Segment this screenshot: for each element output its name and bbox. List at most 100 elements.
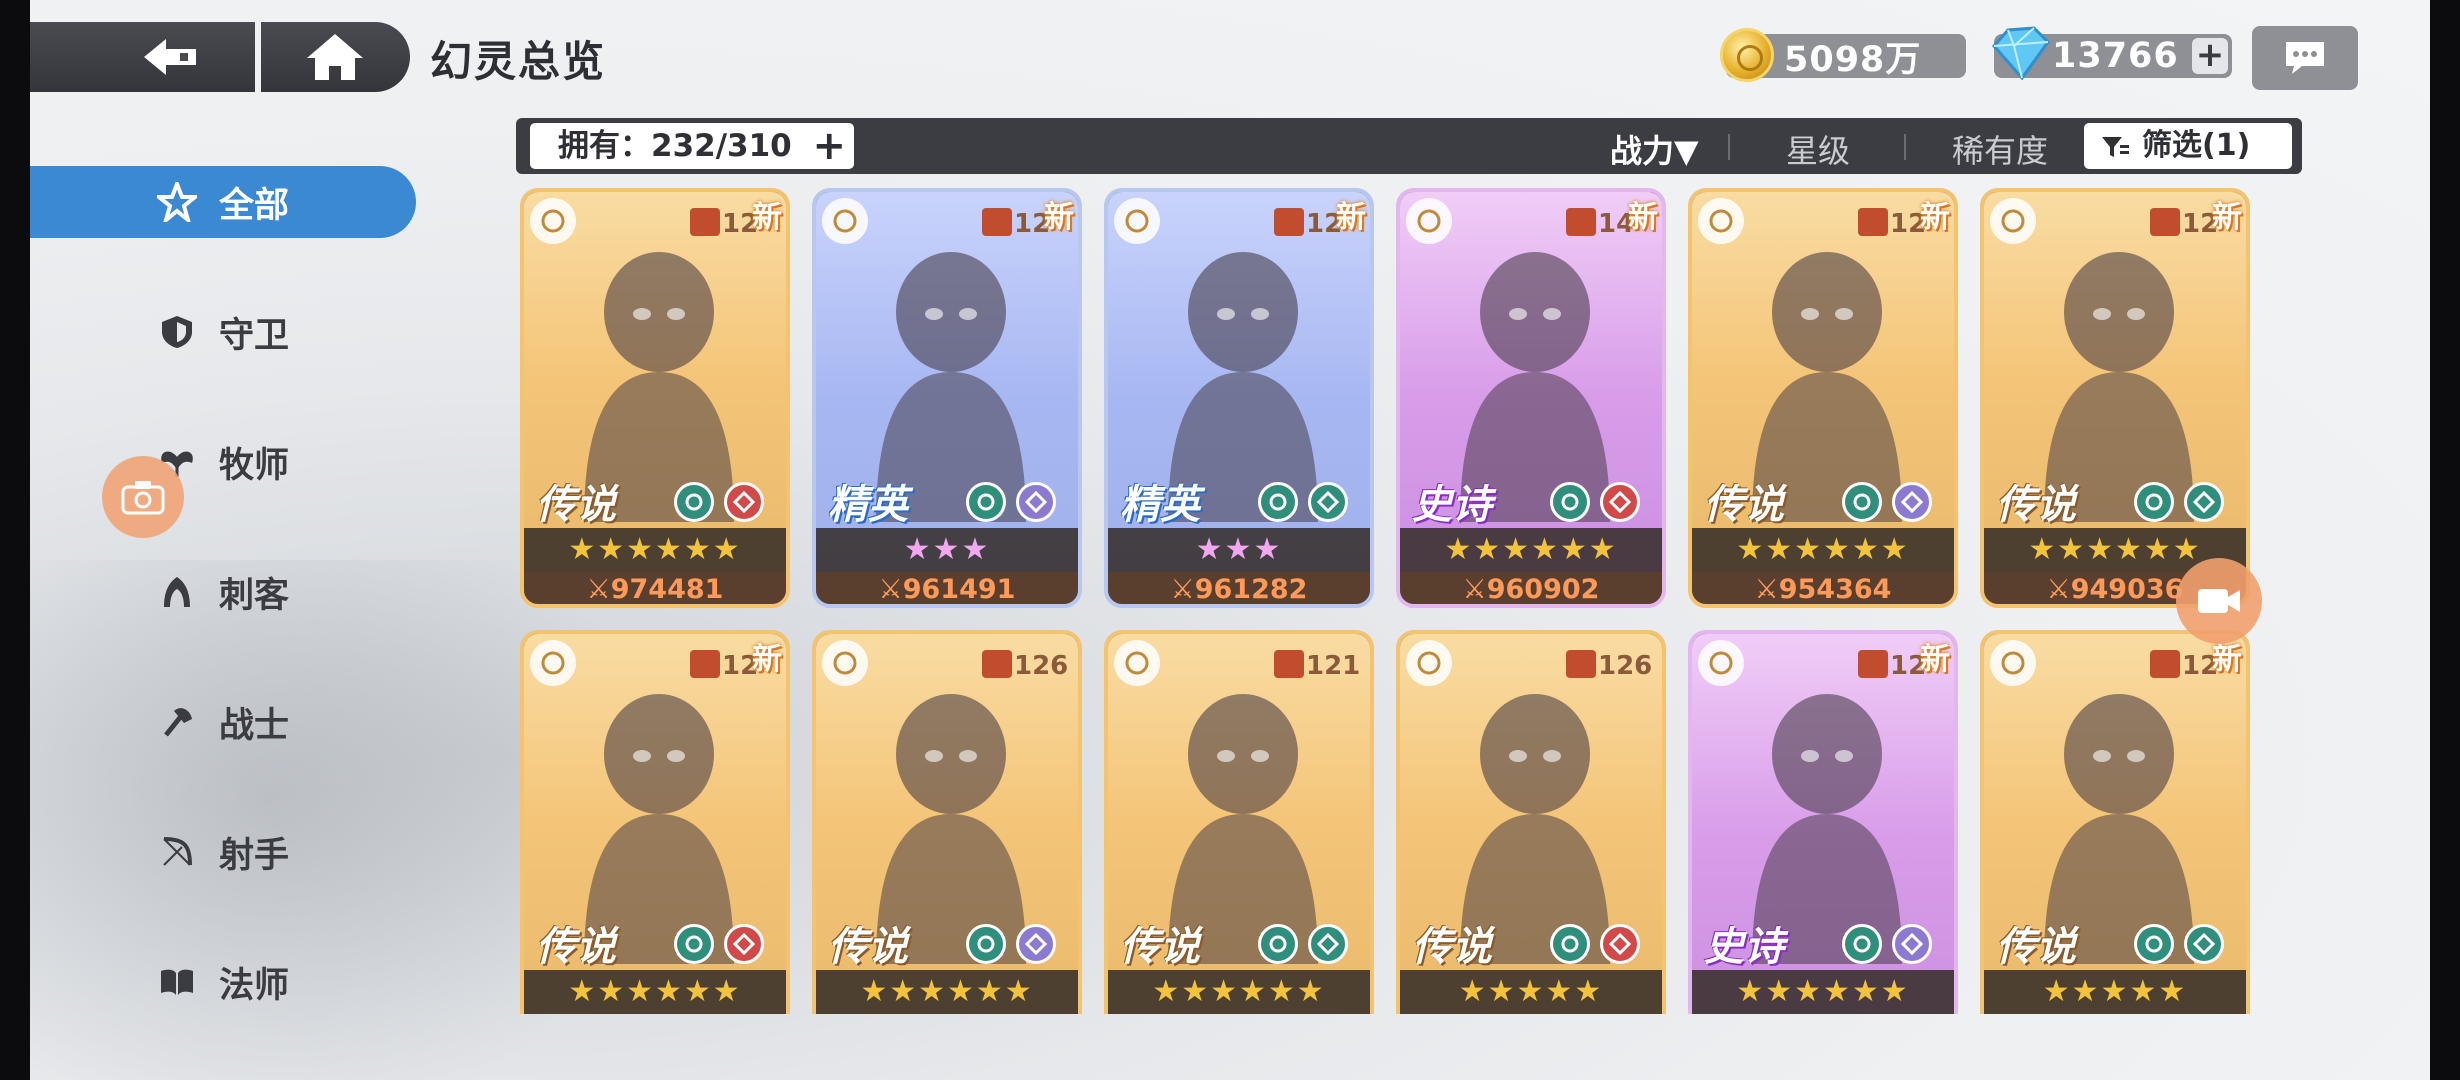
- star-rating: ★★★★★★: [524, 528, 786, 572]
- sort-by-power[interactable]: 战力▼: [1610, 126, 1699, 172]
- hero-card[interactable]: 14 新史诗 ★★★★★★ ⚔960902: [1396, 188, 1666, 608]
- sidebar-item-guard[interactable]: 守卫: [30, 296, 416, 368]
- hero-card[interactable]: 12 新传说 ★★★★★★ ⚔954364: [1688, 188, 1958, 608]
- book-icon: [157, 962, 197, 1002]
- back-button[interactable]: [30, 22, 255, 92]
- sidebar-label: 守卫: [218, 315, 289, 356]
- gold-coin-icon: [1720, 28, 1774, 82]
- tier-icon: [690, 650, 720, 678]
- sidebar-item-priest[interactable]: 牧师: [30, 426, 416, 498]
- class-badge-icon: [530, 640, 576, 686]
- element-icon: [2184, 482, 2224, 522]
- new-badge: 新: [752, 642, 782, 677]
- sidebar-item-warrior[interactable]: 战士: [30, 686, 416, 758]
- record-button[interactable]: [2176, 558, 2262, 644]
- sidebar-label: 刺客: [218, 575, 289, 616]
- element-icon: [1600, 482, 1640, 522]
- element-icon: [1550, 924, 1590, 964]
- rarity-label: 传说: [1996, 482, 2076, 528]
- sidebar-label: 牧师: [218, 445, 289, 486]
- element-icon: [2134, 482, 2174, 522]
- sort-by-star[interactable]: 星级: [1786, 126, 1850, 172]
- star-rating: ★★★★★★: [816, 970, 1078, 1014]
- element-icon: [1892, 924, 1932, 964]
- home-icon: [307, 34, 364, 80]
- page-title: 幻灵总览: [430, 37, 607, 86]
- element-icon: [724, 482, 764, 522]
- tier-icon: [1274, 650, 1304, 678]
- rarity-label: 传说: [536, 482, 616, 528]
- hero-card[interactable]: 12 新传说 ★★★★★★ ⚔974481: [520, 188, 790, 608]
- divider: [1728, 134, 1730, 160]
- hero-card[interactable]: 12 新传说 ★★★★★★: [520, 630, 790, 1014]
- new-badge: 新: [1920, 200, 1950, 235]
- filter-label: 筛选(1): [2142, 128, 2251, 163]
- new-badge: 新: [752, 200, 782, 235]
- star-rating: ★★★: [816, 528, 1078, 572]
- level-badge: 126: [1566, 650, 1652, 681]
- combat-power: ⚔960902: [1400, 572, 1662, 604]
- combat-power: ⚔961491: [816, 572, 1078, 604]
- hero-card[interactable]: 12 新史诗 ★★★★★★: [1688, 630, 1958, 1014]
- sidebar-item-assassin[interactable]: 刺客: [30, 556, 416, 628]
- sidebar-item-all[interactable]: 全部: [30, 166, 416, 238]
- assassin-icon: [157, 572, 197, 612]
- class-badge-icon: [822, 640, 868, 686]
- star-rating: ★★★★★★: [1400, 528, 1662, 572]
- expand-capacity-icon[interactable]: +: [812, 123, 846, 169]
- level-value: 121: [1306, 651, 1361, 681]
- combat-power: ⚔961282: [1108, 572, 1370, 604]
- tier-icon: [1858, 650, 1888, 678]
- screenshot-button[interactable]: [102, 456, 184, 538]
- element-icon: [1600, 924, 1640, 964]
- tier-icon: [1566, 208, 1596, 236]
- level-badge: 12: [690, 208, 758, 239]
- add-gems-button[interactable]: +: [2192, 38, 2228, 74]
- hero-card[interactable]: 126 传说 ★★★★★: [1396, 630, 1666, 1014]
- element-icon: [1258, 482, 1298, 522]
- hero-card[interactable]: 12 新精英 ★★★ ⚔961282: [1104, 188, 1374, 608]
- hero-card[interactable]: 121 传说 ★★★★★★: [1104, 630, 1374, 1014]
- tier-icon: [1566, 650, 1596, 678]
- hero-card[interactable]: 12 新精英 ★★★ ⚔961491: [812, 188, 1082, 608]
- element-icon: [1258, 924, 1298, 964]
- element-icon: [1550, 482, 1590, 522]
- hero-card[interactable]: 126 传说 ★★★★★★: [812, 630, 1082, 1014]
- tier-icon: [982, 208, 1012, 236]
- shield-icon: [157, 312, 197, 352]
- video-camera-icon: [2198, 589, 2240, 613]
- hero-card[interactable]: 12 新传说 ★★★★★: [1980, 630, 2250, 1014]
- star-rating: ★★★★★★: [1692, 528, 1954, 572]
- home-button[interactable]: [260, 22, 410, 92]
- element-icon: [2184, 924, 2224, 964]
- level-badge: 121: [1274, 650, 1360, 681]
- funnel-icon: [2102, 137, 2129, 157]
- new-badge: 新: [1044, 200, 1074, 235]
- gold-counter[interactable]: 5098万: [1720, 28, 1966, 82]
- level-badge: 12: [982, 208, 1050, 239]
- combat-power: ⚔954364: [1692, 572, 1954, 604]
- sort-by-rarity[interactable]: 稀有度: [1952, 126, 2048, 172]
- axe-icon: [157, 702, 197, 742]
- back-arrow-icon: [144, 39, 197, 75]
- owned-count[interactable]: 拥有：232/310 +: [530, 123, 854, 169]
- class-badge-icon: [1698, 640, 1744, 686]
- diamond-icon: [1992, 26, 2050, 80]
- sidebar-label: 法师: [218, 965, 289, 1006]
- rarity-label: 传说: [1704, 482, 1784, 528]
- gold-value: 5098万: [1784, 39, 1922, 80]
- rarity-label: 传说: [828, 924, 908, 970]
- chat-button[interactable]: [2252, 26, 2358, 90]
- element-icon: [1842, 482, 1882, 522]
- level-badge: 12: [1858, 650, 1926, 681]
- element-icon: [1842, 924, 1882, 964]
- filter-button[interactable]: 筛选(1): [2084, 123, 2292, 169]
- rarity-label: 精英: [828, 482, 908, 528]
- gem-counter[interactable]: 13766 +: [1992, 26, 2232, 80]
- rarity-label: 史诗: [1704, 924, 1784, 970]
- sidebar-item-archer[interactable]: 射手: [30, 816, 416, 888]
- hero-card[interactable]: 12 新传说 ★★★★★★ ⚔949036: [1980, 188, 2250, 608]
- rarity-label: 史诗: [1412, 482, 1492, 528]
- gem-value: 13766: [2052, 36, 2179, 76]
- sidebar-item-mage[interactable]: 法师: [30, 946, 416, 1018]
